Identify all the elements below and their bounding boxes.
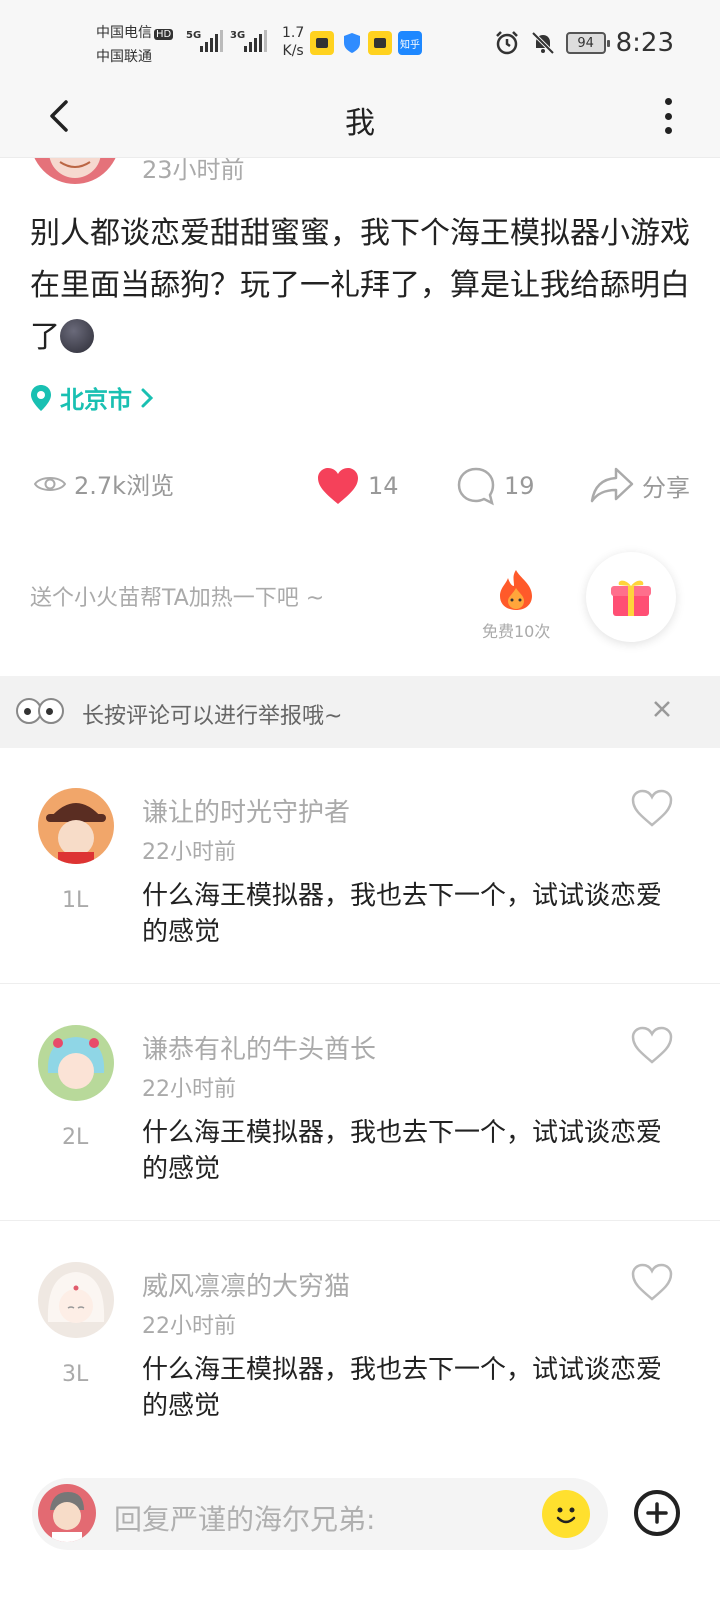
reply-bar: 回复严谨的海尔兄弟: (0, 1470, 720, 1600)
signal-bars-1-icon (200, 30, 223, 52)
heart-outline-icon (631, 1263, 673, 1301)
clock: 8:23 (615, 28, 674, 58)
mute-bell-icon (531, 31, 555, 55)
comment-time: 22小时前 (142, 1314, 236, 1339)
floor-number: 2L (62, 1125, 89, 1150)
heart-outline-icon (631, 1026, 673, 1064)
report-notice-bar: 长按评论可以进行举报哦~ (0, 676, 720, 748)
location-tag[interactable]: 北京市 (30, 380, 154, 415)
post-text: 别人都谈恋爱甜甜蜜蜜，我下个海王模拟器小游戏在里面当舔狗？玩了一礼拜了，算是让我… (30, 216, 690, 355)
speed-value: 1.7 (282, 25, 305, 41)
comment-time: 22小时前 (142, 1077, 236, 1102)
fire-boost-row: 送个小火苗帮TA加热一下吧 ~ 免费10次 (30, 548, 690, 644)
smiley-icon (556, 1507, 576, 1524)
comment-like-button[interactable] (630, 1262, 674, 1302)
reply-input[interactable]: 回复严谨的海尔兄弟: (32, 1478, 608, 1550)
more-dot-icon (664, 98, 672, 105)
location-pin-icon (31, 384, 51, 411)
close-notice-button[interactable] (652, 694, 672, 726)
heart-filled-icon (318, 468, 358, 504)
post-stats: 2.7k浏览 14 19 分享 (34, 466, 690, 514)
hd-badge: HD (154, 29, 174, 40)
page-title: 我 (345, 106, 375, 141)
fire-button[interactable] (496, 568, 536, 612)
comment-time: 22小时前 (142, 840, 236, 865)
emoji-button[interactable] (542, 1490, 590, 1538)
comment-item[interactable]: 威风凛凛的大穷猫 22小时前 3L 什么海王模拟器，我也去下一个，试试谈恋爱的感… (0, 1222, 720, 1458)
carrier-info: 中国电信 HD 中国联通 (96, 22, 174, 68)
notice-text: 长按评论可以进行举报哦~ (82, 704, 343, 729)
comment-item[interactable]: 谦恭有礼的牛头酋长 22小时前 2L 什么海王模拟器，我也去下一个，试试谈恋爱的… (0, 985, 720, 1221)
gift-icon (611, 580, 651, 616)
eye-icon (34, 476, 66, 491)
meituan-icon-2 (368, 31, 392, 55)
comment-button[interactable]: 19 (456, 466, 535, 506)
carrier-2: 中国联通 (96, 49, 152, 65)
comment-count: 19 (504, 472, 535, 500)
commenter-name[interactable]: 威风凛凛的大穷猫 (142, 1266, 350, 1303)
plus-icon (646, 1502, 668, 1524)
gift-button[interactable] (586, 552, 676, 642)
zhihu-icon: 知乎 (398, 31, 422, 55)
comment-like-button[interactable] (630, 788, 674, 828)
reply-placeholder: 回复严谨的海尔兄弟: (114, 1503, 376, 1536)
comment-text: 什么海王模拟器，我也去下一个，试试谈恋爱的感觉 (142, 1355, 663, 1421)
comment-item[interactable]: 谦让的时光守护者 22小时前 1L 什么海王模拟器，我也去下一个，试试谈恋爱的感… (0, 748, 720, 984)
alarm-icon (495, 31, 518, 55)
battery-indicator: 94 (565, 32, 610, 54)
my-avatar (38, 1484, 96, 1542)
comment-like-button[interactable] (630, 1025, 674, 1065)
meituan-icon (310, 31, 334, 55)
commenter-avatar[interactable] (38, 1025, 114, 1101)
fire-free-count: 免费10次 (482, 622, 551, 641)
signal-label-2: 3G (230, 30, 246, 41)
close-icon (654, 701, 670, 717)
signal-label-1: 5G (186, 30, 202, 41)
status-bar: 中国电信 HD 中国联通 5G 3G 1.7 K/s 知乎 94 8:23 (0, 0, 720, 74)
signal-bars-2-icon (244, 30, 267, 52)
status-right: 94 8:23 (494, 28, 674, 58)
like-count: 14 (368, 472, 399, 500)
view-count-label: 2.7k浏览 (74, 472, 175, 500)
top-nav-bar: 我 (0, 74, 720, 158)
post-body: 别人都谈恋爱甜甜蜜蜜，我下个海王模拟器小游戏在里面当舔狗？玩了一礼拜了，算是让我… (30, 208, 690, 364)
network-speed: 1.7 K/s (282, 24, 304, 60)
speed-unit: K/s (282, 43, 304, 59)
floor-number: 3L (62, 1362, 89, 1387)
fire-prompt: 送个小火苗帮TA加热一下吧 ~ (30, 586, 325, 611)
like-button[interactable]: 14 (316, 466, 399, 506)
comment-bubble-icon (457, 467, 495, 506)
comment-text: 什么海王模拟器，我也去下一个，试试谈恋爱的感觉 (142, 1118, 663, 1184)
moon-emoji-icon (60, 319, 94, 353)
shield-icon (340, 31, 364, 55)
carrier-1: 中国电信 (96, 25, 152, 41)
share-label: 分享 (642, 473, 690, 502)
commenter-name[interactable]: 谦让的时光守护者 (142, 792, 350, 829)
heart-outline-icon (631, 789, 673, 827)
commenter-avatar[interactable] (38, 1262, 114, 1338)
share-button[interactable]: 分享 (590, 466, 690, 504)
eyes-icon (16, 698, 64, 724)
commenter-name[interactable]: 谦恭有礼的牛头酋长 (142, 1029, 376, 1066)
flame-icon (500, 570, 532, 610)
add-attachment-button[interactable] (634, 1490, 680, 1536)
more-options-button[interactable] (660, 98, 676, 134)
comment-text: 什么海王模拟器，我也去下一个，试试谈恋爱的感觉 (142, 881, 663, 947)
location-label: 北京市 (60, 386, 132, 414)
floor-number: 1L (62, 888, 89, 913)
share-arrow-icon (590, 467, 634, 503)
chevron-right-icon (141, 388, 154, 407)
view-count: 2.7k浏览 (34, 466, 174, 501)
commenter-avatar[interactable] (38, 788, 114, 864)
